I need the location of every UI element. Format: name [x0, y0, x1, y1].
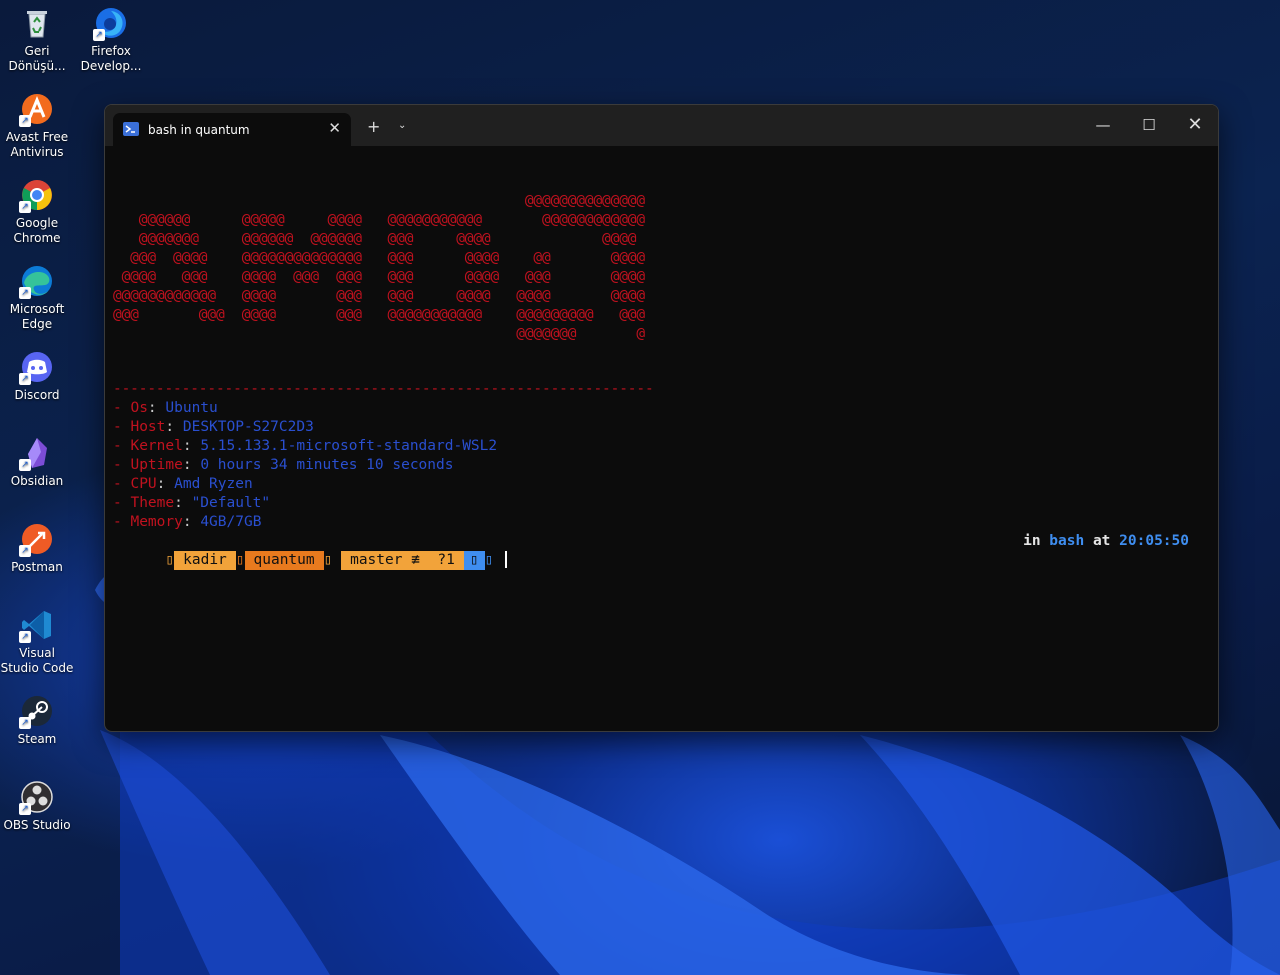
right-prompt-shell: bash	[1049, 533, 1085, 549]
shortcut-arrow-icon: ↗	[19, 373, 31, 385]
info-line: - Theme: "Default"	[113, 495, 271, 511]
desktop-icon-steam[interactable]: ↗ Steam	[0, 694, 74, 747]
prompt-git-glyph: ▯	[323, 552, 342, 568]
maximize-button[interactable]: ☐	[1126, 105, 1172, 146]
right-prompt-in: in	[1023, 533, 1041, 549]
title-bar[interactable]: bash in quantum ✕ + ⌄ — ☐ ✕	[105, 105, 1218, 146]
prompt-user: kadir	[174, 551, 236, 570]
desktop-icon-obsidian[interactable]: ↗ Obsidian	[0, 436, 74, 489]
desktop-icon-label: Avast Free Antivirus	[5, 130, 69, 159]
shortcut-arrow-icon: ↗	[19, 201, 31, 213]
right-prompt: in bash at 20:05:50	[1023, 532, 1189, 551]
desktop-icon-edge[interactable]: ↗ Microsoft Edge	[0, 264, 74, 332]
minimize-button[interactable]: —	[1080, 105, 1126, 146]
info-value: Amd Ryzen	[174, 476, 253, 492]
prompt-blue-segment: ▯	[463, 551, 485, 570]
desktop-icon-label: OBS Studio	[3, 818, 71, 832]
desktop-icon-label: Postman	[11, 560, 63, 574]
prompt-end-glyph: ▯	[484, 552, 494, 568]
desktop-icon-label: Google Chrome	[13, 216, 61, 245]
edge-icon: ↗	[19, 264, 54, 299]
chrome-icon: ↗	[19, 178, 54, 213]
info-value: 0 hours 34 minutes 10 seconds	[200, 457, 454, 473]
shortcut-arrow-icon: ↗	[19, 545, 31, 557]
right-prompt-at: at	[1092, 533, 1111, 549]
text-cursor	[505, 551, 508, 568]
shortcut-arrow-icon: ↗	[19, 631, 31, 643]
prompt-start-glyph: ▯	[165, 552, 175, 568]
shell-prompt[interactable]: ▯ kadir ▯ quantum ▯ master ≢ ?1 ▯ ▯ in bash at…	[113, 532, 1213, 570]
info-key: - Memory	[113, 514, 183, 530]
obsidian-icon: ↗	[19, 436, 54, 471]
prompt-directory: quantum	[244, 551, 324, 570]
recycle-bin-icon	[20, 6, 54, 40]
firefox-developer-icon: ↗	[93, 6, 128, 41]
shortcut-arrow-icon: ↗	[19, 287, 31, 299]
powershell-icon	[123, 122, 139, 136]
shortcut-arrow-icon: ↗	[19, 803, 31, 815]
info-key: - CPU	[113, 476, 157, 492]
desktop-icon-recycle-bin[interactable]: Geri Dönüşü...	[0, 6, 74, 74]
vscode-icon: ↗	[19, 608, 54, 643]
info-key: - Theme	[113, 495, 175, 511]
info-key: - Os	[113, 400, 148, 416]
separator-line: ----------------------------------------…	[113, 381, 654, 397]
shortcut-arrow-icon: ↗	[93, 29, 105, 41]
tab-bash[interactable]: bash in quantum ✕	[113, 113, 351, 146]
info-value: "Default"	[191, 495, 271, 511]
desktop-icon-discord[interactable]: ↗ Discord	[0, 350, 74, 403]
desktop-icon-label: Visual Studio Code	[0, 646, 74, 675]
shortcut-arrow-icon: ↗	[19, 459, 31, 471]
info-key: - Host	[113, 419, 166, 435]
info-line: - Memory: 4GB/7GB	[113, 514, 262, 530]
info-line: - Kernel: 5.15.133.1-microsoft-standard-…	[113, 438, 498, 454]
desktop-icon-vscode[interactable]: ↗ Visual Studio Code	[0, 608, 74, 676]
chevron-down-icon[interactable]: ⌄	[398, 120, 406, 131]
info-line: - Host: DESKTOP-S27C2D3	[113, 419, 314, 435]
postman-icon: ↗	[19, 522, 54, 557]
info-value: DESKTOP-S27C2D3	[182, 419, 314, 435]
desktop-icon-chrome[interactable]: ↗ Google Chrome	[0, 178, 74, 246]
desktop-icon-label: Microsoft Edge	[9, 302, 65, 331]
desktop-icon-postman[interactable]: ↗ Postman	[0, 522, 74, 575]
desktop-icon-label: Steam	[17, 732, 57, 746]
shortcut-arrow-icon: ↗	[19, 115, 31, 127]
ascii-logo: @@@@@@@@@@@@@@ @@@@@@ @@@@@ @@@@ @@@@@@@…	[113, 193, 645, 342]
info-line: - CPU: Amd Ryzen	[113, 476, 253, 492]
tab-close-icon[interactable]: ✕	[328, 119, 341, 137]
shortcut-arrow-icon: ↗	[19, 717, 31, 729]
avast-icon: ↗	[19, 92, 54, 127]
obs-icon: ↗	[19, 780, 54, 815]
right-prompt-time: 20:05:50	[1119, 533, 1189, 549]
info-value: 5.15.133.1-microsoft-standard-WSL2	[200, 438, 498, 454]
desktop-icon-label: Discord	[14, 388, 60, 402]
desktop-icon-obs[interactable]: ↗ OBS Studio	[0, 780, 74, 833]
info-line: - Uptime: 0 hours 34 minutes 10 seconds	[113, 457, 454, 473]
desktop-icon-avast[interactable]: ↗ Avast Free Antivirus	[0, 92, 74, 160]
info-key: - Uptime	[113, 457, 183, 473]
desktop-icon-label: Obsidian	[10, 474, 64, 488]
desktop-icon-label: Firefox Develop...	[80, 44, 142, 73]
new-tab-button[interactable]: +	[367, 117, 380, 136]
close-button[interactable]: ✕	[1172, 105, 1218, 146]
steam-icon: ↗	[19, 694, 54, 729]
info-key: - Kernel	[113, 438, 183, 454]
terminal-output[interactable]: @@@@@@@@@@@@@@ @@@@@@ @@@@@ @@@@ @@@@@@@…	[113, 146, 1218, 731]
desktop-icon-firefox-developer[interactable]: ↗ Firefox Develop...	[74, 6, 148, 74]
system-info: - Os: Ubuntu - Host: DESKTOP-S27C2D3 - K…	[113, 399, 497, 532]
info-line: - Os: Ubuntu	[113, 400, 218, 416]
prompt-git-status: master ≢ ?1	[341, 551, 464, 570]
prompt-dir-glyph: ▯	[235, 552, 245, 568]
info-value: Ubuntu	[165, 400, 218, 416]
terminal-window: bash in quantum ✕ + ⌄ — ☐ ✕ @@@@@@@@@@@@…	[104, 104, 1219, 732]
tab-title: bash in quantum	[148, 123, 250, 137]
discord-icon: ↗	[19, 350, 54, 385]
desktop-icon-label: Geri Dönüşü...	[8, 44, 66, 73]
info-value: 4GB/7GB	[200, 514, 262, 530]
